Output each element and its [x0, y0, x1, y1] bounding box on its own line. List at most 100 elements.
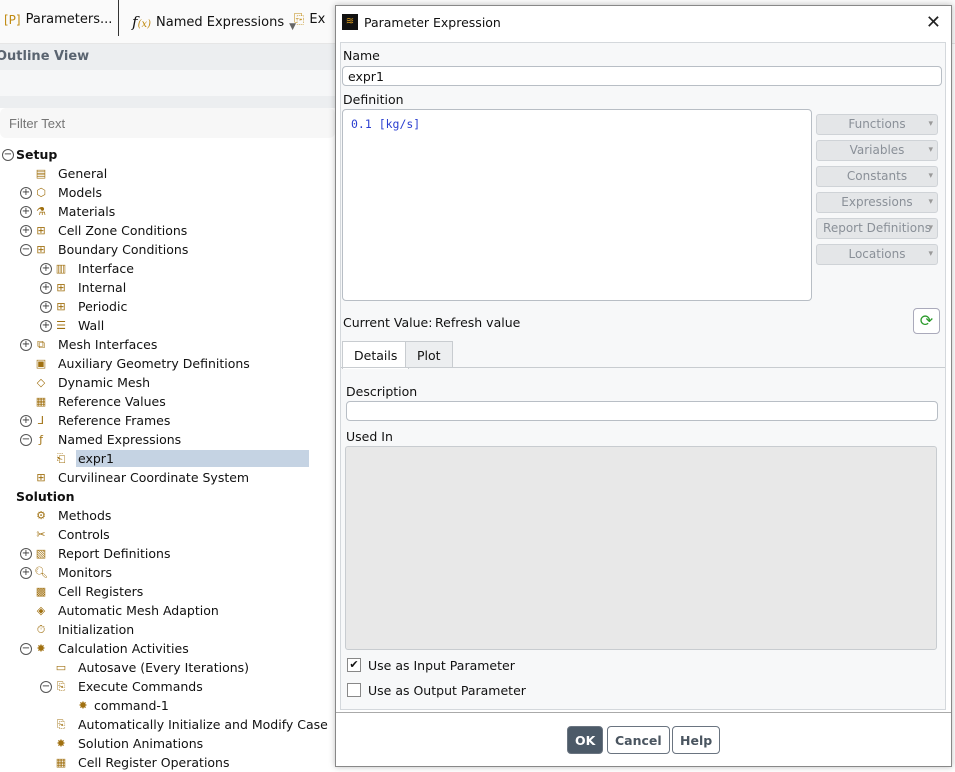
general-icon: ▤	[35, 166, 47, 180]
tree-item[interactable]: ▦ Cell Register Operations	[0, 753, 335, 772]
tree-item-label: Cell Zone Conditions	[58, 223, 188, 238]
use-input-checkbox[interactable]: ✔	[347, 658, 361, 672]
execute-button[interactable]: ⎘ Ex	[294, 12, 325, 27]
ansys-logo-icon: ≋	[342, 14, 358, 30]
grid-icon: ⊞	[36, 470, 46, 484]
tree-item-label: Report Definitions	[58, 546, 171, 561]
box-icon: ▣	[35, 356, 47, 370]
tree-item[interactable]: ▣ Auxiliary Geometry Definitions	[0, 354, 335, 373]
collapse-icon[interactable]: −	[2, 148, 14, 161]
expand-icon[interactable]: +	[40, 319, 52, 332]
tree-item[interactable]: + ▧ Report Definitions	[0, 544, 335, 563]
description-input[interactable]	[346, 401, 938, 421]
expand-icon[interactable]: +	[40, 281, 52, 294]
tree-item-label: Mesh Interfaces	[58, 337, 158, 352]
footer-divider	[336, 712, 951, 713]
collapse-icon[interactable]: −	[40, 680, 52, 693]
expand-icon[interactable]: +	[40, 300, 52, 313]
report-definitions-dropdown[interactable]: Report Definitions	[816, 218, 938, 239]
expand-icon[interactable]: +	[20, 224, 32, 237]
definition-input[interactable]: 0.1 [kg/s]	[342, 109, 812, 301]
tree-item[interactable]: + ⅃ Reference Frames	[0, 411, 335, 430]
tree-item[interactable]: ⏱ Initialization	[0, 620, 335, 639]
tree-item[interactable]: ▦ Reference Values	[0, 392, 335, 411]
methods-icon: ⚙	[36, 508, 46, 522]
tree-item[interactable]: ▩ Cell Registers	[0, 582, 335, 601]
collapse-icon[interactable]: −	[20, 243, 32, 256]
tree-item[interactable]: Solution	[0, 487, 335, 506]
grid-icon: ⊞	[56, 299, 66, 313]
current-value: Refresh value	[435, 315, 521, 330]
expand-icon[interactable]: +	[20, 547, 32, 560]
wall-icon: ☰	[56, 318, 66, 332]
used-in-label: Used In	[346, 429, 393, 444]
use-output-checkbox[interactable]	[347, 683, 361, 697]
mesh-interfaces-icon: ⧉	[37, 337, 45, 351]
filter-text-input[interactable]	[0, 108, 335, 138]
tree-item[interactable]: ◈ Automatic Mesh Adaption	[0, 601, 335, 620]
tree-item[interactable]: ⎗ expr1	[0, 449, 335, 468]
collapse-icon[interactable]: −	[20, 433, 32, 446]
tree-item-label: Solution Animations	[78, 736, 204, 751]
tree-item[interactable]: + ▥ Interface	[0, 259, 335, 278]
named-expressions-button[interactable]: f(x) Named Expressions ▼	[132, 12, 296, 32]
tree-item[interactable]: + 🔍︎ Monitors	[0, 563, 335, 582]
interface-icon: ▥	[55, 261, 67, 275]
tree-item[interactable]: + ⬡ Models	[0, 183, 335, 202]
models-icon: ⬡	[36, 185, 46, 199]
tree-item[interactable]: − Setup	[0, 145, 335, 164]
expand-icon[interactable]: +	[20, 205, 32, 218]
used-in-list[interactable]	[345, 446, 937, 650]
tree-item[interactable]: ◇ Dynamic Mesh	[0, 373, 335, 392]
tree-item-label: Auxiliary Geometry Definitions	[58, 356, 250, 371]
expressions-dropdown[interactable]: Expressions	[816, 192, 938, 213]
tree-item-label: Wall	[78, 318, 105, 333]
function-icon: ƒ	[39, 432, 43, 446]
cancel-button[interactable]: Cancel	[607, 726, 670, 754]
tree-item[interactable]: + ☰ Wall	[0, 316, 335, 335]
expand-icon[interactable]: +	[40, 262, 52, 275]
tab-details[interactable]: Details	[342, 341, 410, 369]
tree-item-label: Execute Commands	[78, 679, 203, 694]
tree-item[interactable]: + ⧉ Mesh Interfaces	[0, 335, 335, 354]
tree-item[interactable]: + ⊞ Internal	[0, 278, 335, 297]
refresh-icon[interactable]: ⟳	[913, 308, 940, 334]
tree-item[interactable]: ⚙ Methods	[0, 506, 335, 525]
tree-item[interactable]: + ⊞ Cell Zone Conditions	[0, 221, 335, 240]
tree-item-label: Reference Values	[58, 394, 166, 409]
variables-dropdown[interactable]: Variables	[816, 140, 938, 161]
tab-plot[interactable]: Plot	[405, 341, 453, 368]
dynamic-mesh-icon: ◇	[36, 375, 46, 389]
grid-icon: ⊞	[36, 242, 46, 256]
tree-item[interactable]: − ⊞ Boundary Conditions	[0, 240, 335, 259]
parameters-button[interactable]: [P] Parameters...	[4, 12, 112, 27]
close-icon[interactable]: ✕	[926, 12, 941, 33]
tree-item-label: Reference Frames	[58, 413, 171, 428]
outline-view-header: Outline View	[0, 44, 335, 70]
name-input[interactable]: expr1	[342, 66, 942, 86]
ok-button[interactable]: OK	[567, 726, 604, 754]
tree-item[interactable]: ▭ Autosave (Every Iterations)	[0, 658, 335, 677]
constants-dropdown[interactable]: Constants	[816, 166, 938, 187]
expand-icon[interactable]: +	[20, 338, 32, 351]
tree-item[interactable]: ✂ Controls	[0, 525, 335, 544]
functions-dropdown[interactable]: Functions	[816, 114, 938, 135]
tree-item[interactable]: ⊞ Curvilinear Coordinate System	[0, 468, 335, 487]
execute-icon: ⎘	[294, 12, 305, 27]
tree-item[interactable]: ⎘ Automatically Initialize and Modify Cas…	[0, 715, 335, 734]
tree-item[interactable]: − ƒ Named Expressions	[0, 430, 335, 449]
tree-item[interactable]: − ⎘ Execute Commands	[0, 677, 335, 696]
toolbar-separator	[118, 0, 119, 36]
expand-icon[interactable]: +	[20, 186, 32, 199]
collapse-icon[interactable]: −	[20, 642, 32, 655]
tree-item[interactable]: − ✸ Calculation Activities	[0, 639, 335, 658]
locations-dropdown[interactable]: Locations	[816, 244, 938, 265]
tree-item[interactable]: ✸ Solution Animations	[0, 734, 335, 753]
tree-item[interactable]: + ⚗ Materials	[0, 202, 335, 221]
expand-icon[interactable]: +	[20, 414, 32, 427]
tree-item[interactable]: ▤ General	[0, 164, 335, 183]
help-button[interactable]: Help	[672, 726, 721, 754]
expand-icon[interactable]: +	[20, 566, 32, 579]
tree-item[interactable]: + ⊞ Periodic	[0, 297, 335, 316]
tree-item[interactable]: ✸ command-1	[0, 696, 335, 715]
